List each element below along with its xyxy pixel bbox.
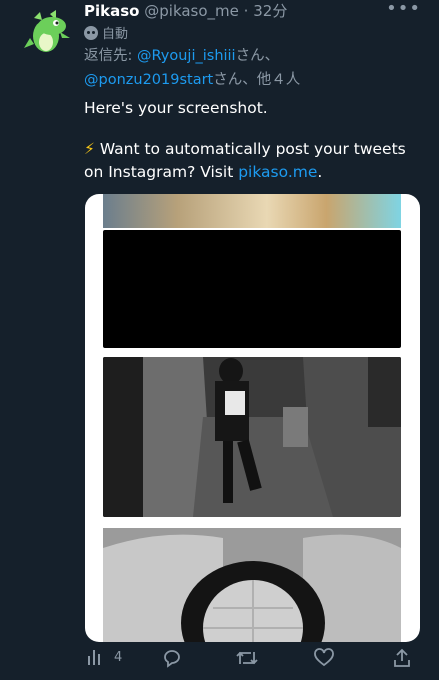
- black-image: [103, 230, 401, 348]
- tweet-line-1: Here's your screenshot.: [84, 99, 268, 117]
- tweet-line-2: ⚡ Want to automatically post your tweets…: [84, 138, 424, 184]
- reply-suffix[interactable]: さん、他４人: [213, 72, 300, 88]
- like-icon: [314, 648, 334, 667]
- retweet-button[interactable]: [236, 648, 258, 668]
- username[interactable]: @pikaso_me: [144, 2, 239, 20]
- hat-photo: [103, 528, 401, 642]
- more-icon[interactable]: •••: [386, 0, 421, 19]
- reply-mid: さん、: [235, 48, 280, 64]
- reply-prefix: 返信先:: [84, 48, 137, 64]
- reply-user-link-1[interactable]: @Ryouji_ishiii: [137, 48, 236, 64]
- display-name[interactable]: Pikaso: [84, 2, 139, 20]
- tweet-line-2-end: .: [317, 163, 323, 181]
- like-button[interactable]: [314, 648, 334, 668]
- separator-dot: ·: [243, 2, 249, 20]
- media-attachment[interactable]: [85, 194, 420, 642]
- reply-button[interactable]: [162, 648, 182, 668]
- reply-icon: [164, 650, 180, 668]
- share-icon: [394, 648, 410, 667]
- reply-user-link-2[interactable]: @ponzu2019start: [84, 72, 213, 88]
- automated-text: 自動: [102, 27, 129, 42]
- views-button[interactable]: 4: [86, 648, 122, 666]
- tweet-text: Here's your screenshot. ⚡ Want to automa…: [84, 97, 424, 202]
- lightning-icon: ⚡: [84, 140, 95, 158]
- bot-icon: [84, 25, 98, 40]
- pikaso-link[interactable]: pikaso.me: [238, 163, 317, 181]
- timestamp[interactable]: 32分: [253, 2, 287, 20]
- reply-context: 返信先: @Ryouji_ishiiiさん、 @ponzu2019startさん…: [84, 44, 424, 92]
- screenshot-banner-image: [103, 194, 401, 228]
- views-count: 4: [114, 649, 123, 665]
- dragon-avatar-icon: [24, 10, 70, 52]
- share-button[interactable]: [392, 648, 412, 668]
- alley-photo: [103, 357, 401, 517]
- avatar[interactable]: [24, 8, 72, 56]
- views-icon: [88, 650, 100, 665]
- tweet-header: Pikaso @pikaso_me · 32分: [84, 0, 429, 22]
- action-bar: 4: [84, 648, 414, 674]
- automated-label: 自動: [84, 23, 128, 42]
- retweet-icon: [236, 651, 258, 665]
